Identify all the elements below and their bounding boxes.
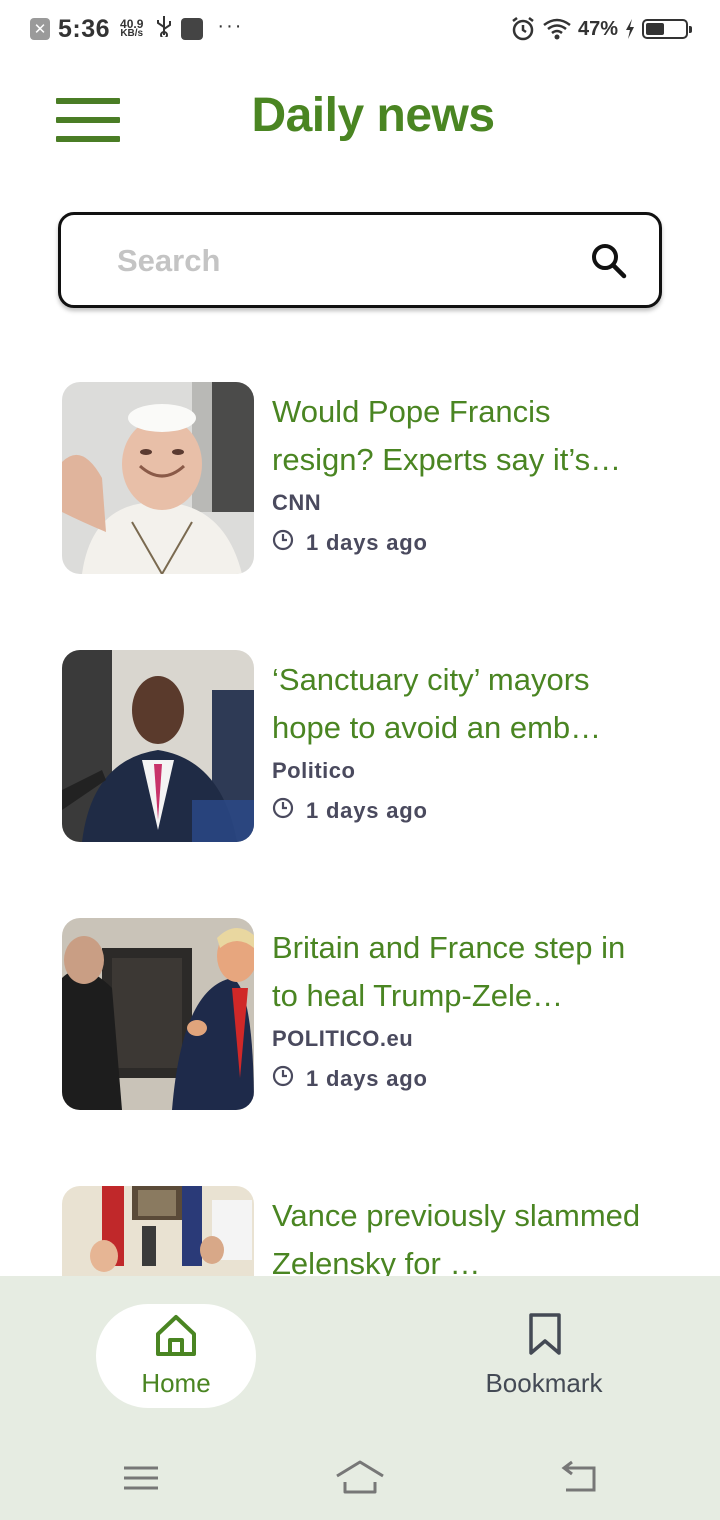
home-icon [156,1315,196,1356]
charging-icon [626,19,634,39]
news-title[interactable]: ‘Sanctuary city’ mayors hope to avoid an… [272,656,658,752]
clock-icon [272,797,294,819]
app-notification-icon [181,18,204,40]
more-notifications-icon: ··· [217,14,244,37]
clock-time: 5:36 [58,14,111,43]
news-item[interactable]: Britain and France step in to heal Trump… [62,918,662,1110]
news-title[interactable]: Vance previously slammed Zelensky for … [272,1192,658,1276]
wifi-icon [543,18,571,40]
news-title[interactable]: Would Pope Francis resign? Experts say i… [272,388,658,484]
notification-close-icon: ✕ [30,18,50,40]
news-thumbnail [62,382,254,574]
news-source: POLITICO.eu [272,1026,414,1051]
news-title[interactable]: Britain and France step in to heal Trump… [272,924,658,1020]
nav-bookmark-label: Bookmark [485,1368,603,1398]
news-time: 1 days ago [272,529,658,556]
system-home-icon[interactable] [335,1456,385,1500]
system-navigation-bar [0,1446,720,1510]
usb-icon [155,15,173,43]
news-time-text: 1 days ago [306,1066,428,1091]
back-icon[interactable] [556,1456,606,1500]
network-speed: 40.9 KB/s [120,18,144,39]
search-icon[interactable] [589,241,629,281]
network-speed-unit: KB/s [120,28,144,39]
news-thumbnail [62,650,254,842]
news-list: Would Pope Francis resign? Experts say i… [0,382,720,1276]
battery-percent: 47% [577,17,618,40]
news-time: 1 days ago [272,1065,658,1092]
news-time: 1 days ago [272,797,658,824]
app-header: Daily news [0,80,720,160]
news-source: CNN [272,490,322,515]
news-thumbnail [62,918,254,1110]
news-item[interactable]: Would Pope Francis resign? Experts say i… [62,382,662,574]
news-thumbnail [62,1186,254,1276]
battery-level [646,23,664,35]
battery-icon [642,19,692,39]
clock-icon [272,1065,294,1087]
recent-apps-icon[interactable] [116,1456,166,1500]
news-time-text: 1 days ago [306,798,428,823]
bookmark-icon [529,1313,561,1355]
clock-icon [272,529,294,551]
status-bar: ✕ 5:36 40.9 KB/s ··· 47% [0,0,720,58]
news-item[interactable]: ‘Sanctuary city’ mayors hope to avoid an… [62,650,662,842]
bottom-navigation: Home Bookmark [0,1276,720,1520]
news-source: Politico [272,758,356,783]
news-time-text: 1 days ago [306,530,428,555]
search-input[interactable] [117,237,557,285]
nav-home-label: Home [141,1368,211,1398]
nav-home-button[interactable]: Home [96,1304,256,1408]
page-title: Daily news [251,89,495,142]
news-item[interactable]: Vance previously slammed Zelensky for … [62,1186,662,1276]
alarm-icon [512,17,534,41]
nav-bookmark-button[interactable]: Bookmark [460,1304,628,1408]
search-box[interactable] [58,212,662,308]
